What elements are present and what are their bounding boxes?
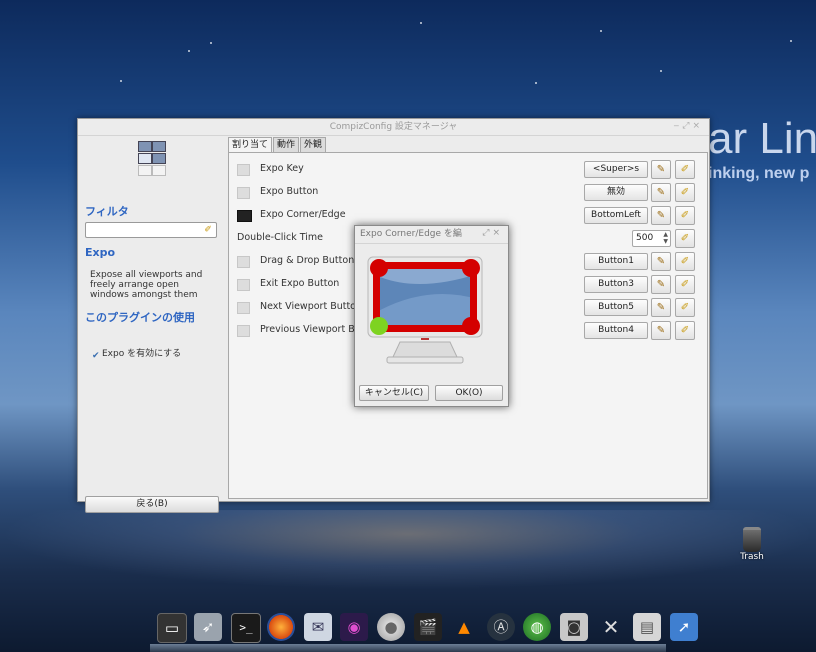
reset-brush-icon[interactable]: ✐	[675, 183, 695, 202]
tab-appearance[interactable]: 外観	[300, 137, 327, 152]
expo-key-button[interactable]: <Super>s	[584, 161, 648, 178]
trash-desktop-item[interactable]: Trash	[738, 527, 766, 562]
minimize-icon[interactable]: ‒	[674, 121, 683, 131]
disc-icon[interactable]: ●	[377, 613, 405, 641]
reset-brush-icon[interactable]: ✐	[675, 229, 695, 248]
monitor-icon[interactable]: ▭	[157, 613, 187, 643]
tools-icon[interactable]: ✕	[597, 613, 625, 641]
filter-heading: フィルタ	[85, 205, 129, 218]
prev-viewport-value[interactable]: Button4	[584, 322, 648, 339]
plugin-name-heading: Expo	[85, 246, 116, 259]
horizon-clouds	[0, 510, 816, 590]
setting-label: Expo Key	[260, 163, 304, 174]
corner-bottom-right[interactable]	[462, 317, 480, 335]
drive-icon[interactable]: ▤	[633, 613, 661, 641]
terminal-icon[interactable]: >_	[231, 613, 261, 643]
keyboard-icon	[237, 164, 250, 176]
globe-icon[interactable]: ◍	[523, 613, 551, 641]
mouse-icon	[237, 279, 250, 291]
tab-bar: 割り当て 動作 外観	[228, 137, 327, 153]
setting-row-expo-button: Expo Button 無効 ✎ ✐	[235, 183, 697, 202]
setting-row-expo-key: Expo Key <Super>s ✎ ✐	[235, 160, 697, 179]
close-icon[interactable]: ×	[492, 228, 503, 238]
edit-icon[interactable]: ✎	[651, 183, 671, 202]
sidebar: フィルタ ✐ Expo Expose all viewports and fre…	[78, 136, 224, 513]
mouse-icon	[237, 187, 250, 199]
corner-top-right[interactable]	[462, 259, 480, 277]
clear-filter-icon[interactable]: ✐	[202, 224, 214, 236]
reset-brush-icon[interactable]: ✐	[675, 321, 695, 340]
trash-icon	[743, 527, 761, 552]
vlc-icon[interactable]: ▲	[450, 613, 478, 641]
eye-icon[interactable]: ◉	[340, 613, 368, 641]
edit-icon[interactable]: ✎	[651, 321, 671, 340]
film-icon[interactable]: 🎬	[414, 613, 442, 641]
edit-icon[interactable]: ✎	[651, 206, 671, 225]
close-icon[interactable]: ×	[692, 121, 703, 131]
edit-icon[interactable]: ✎	[651, 252, 671, 271]
setting-label: Exit Expo Button	[260, 278, 340, 289]
filter-input[interactable]: ✐	[85, 222, 217, 238]
plugin-description: Expose all viewports and freely arrange …	[90, 270, 203, 300]
window-controls[interactable]: ‒⤢×	[674, 121, 703, 131]
dock: ▭ ➶ >_ ✉ ◉ ● 🎬 ▲ Ⓐ ◍ ◙ ✕ ▤ ➚	[150, 610, 698, 646]
mail-icon[interactable]: ✉	[304, 613, 332, 641]
expo-plugin-icon	[137, 140, 167, 176]
cancel-button[interactable]: キャンセル(C)	[359, 385, 429, 401]
setting-row-expo-edge: Expo Corner/Edge BottomLeft ✎ ✐	[235, 206, 697, 225]
tab-behaviour[interactable]: 動作	[273, 137, 300, 152]
firefox-icon[interactable]	[267, 613, 295, 641]
drag-drop-value[interactable]: Button1	[584, 253, 648, 270]
tab-bindings[interactable]: 割り当て	[228, 137, 273, 153]
edit-icon[interactable]: ✎	[651, 298, 671, 317]
rocket-icon[interactable]: ➶	[194, 613, 222, 641]
wallpaper-tagline: inking, new p	[708, 165, 810, 182]
setting-label: Expo Corner/Edge	[260, 209, 346, 220]
window-title: CompizConfig 設定マネージャ	[78, 119, 709, 136]
dialog-controls[interactable]: ⤢×	[482, 228, 503, 238]
reset-brush-icon[interactable]: ✐	[675, 160, 695, 179]
next-viewport-value[interactable]: Button5	[584, 299, 648, 316]
monitor-edge-selector[interactable]	[365, 254, 485, 369]
spin-value: 500	[636, 233, 654, 243]
wallpaper-brand-text: ar Lin	[708, 114, 816, 163]
reset-brush-icon[interactable]: ✐	[675, 275, 695, 294]
corner-bottom-left-selected[interactable]	[370, 317, 388, 335]
enable-plugin-checkbox[interactable]: ✔ Expo を有効にする	[92, 349, 182, 361]
spin-arrows-icon[interactable]: ▲ ▼	[663, 231, 668, 245]
edge-bottom[interactable]	[373, 325, 477, 332]
ok-button[interactable]: OK(O)	[435, 385, 503, 401]
reset-brush-icon[interactable]: ✐	[675, 298, 695, 317]
setting-label: Expo Button	[260, 186, 319, 197]
mouse-icon	[237, 325, 250, 337]
edge-top[interactable]	[373, 262, 477, 269]
screen-edge-icon	[237, 210, 252, 222]
setting-label: Drag & Drop Button	[260, 255, 355, 266]
camera-icon[interactable]: ◙	[560, 613, 588, 641]
enable-plugin-label: Expo を有効にする	[102, 349, 182, 359]
edit-icon[interactable]: ✎	[651, 160, 671, 179]
double-click-spinbox[interactable]: 500 ▲ ▼	[632, 230, 671, 247]
maximize-icon[interactable]: ⤢	[482, 228, 492, 238]
checkmark-icon: ✔	[92, 351, 100, 361]
expo-button-value[interactable]: 無効	[584, 184, 648, 201]
mouse-icon	[237, 256, 250, 268]
exit-expo-value[interactable]: Button3	[584, 276, 648, 293]
edge-edit-dialog: Expo Corner/Edge を編 ⤢× キャンセル(C) OK(O)	[354, 225, 509, 407]
expo-edge-value[interactable]: BottomLeft	[584, 207, 648, 224]
maximize-icon[interactable]: ⤢	[682, 121, 692, 131]
setting-label: Double-Click Time	[237, 232, 323, 243]
reset-brush-icon[interactable]: ✐	[675, 252, 695, 271]
appstore-icon[interactable]: Ⓐ	[487, 613, 515, 641]
use-plugin-heading: このプラグインの使用	[85, 311, 195, 324]
mouse-icon	[237, 302, 250, 314]
back-button[interactable]: 戻る(B)	[85, 496, 219, 513]
edit-icon[interactable]: ✎	[651, 275, 671, 294]
reset-brush-icon[interactable]: ✐	[675, 206, 695, 225]
trash-label: Trash	[740, 552, 764, 562]
setting-label: Next Viewport Button	[260, 301, 363, 312]
corner-top-left[interactable]	[370, 259, 388, 277]
cursor-icon[interactable]: ➚	[670, 613, 698, 641]
